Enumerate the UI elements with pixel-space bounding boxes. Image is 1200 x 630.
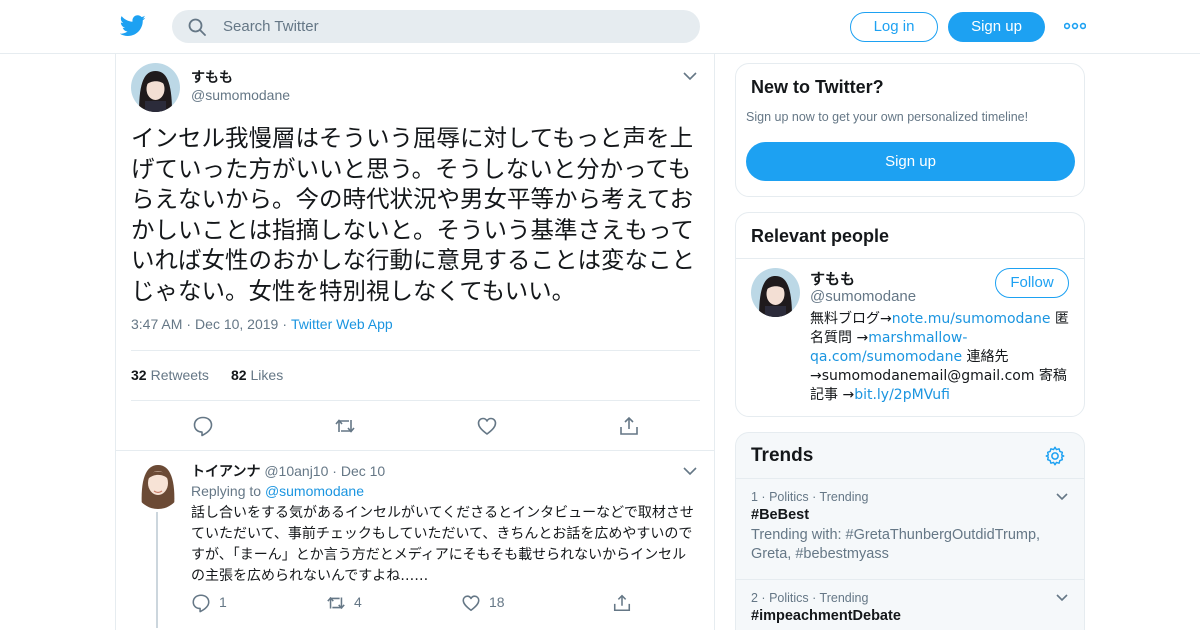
like-count: 18: [489, 594, 505, 610]
divider: [131, 400, 700, 401]
card-subtitle: Sign up now to get your own personalized…: [746, 110, 1029, 124]
card-title: Trends: [751, 445, 814, 466]
card-title: New to Twitter?: [751, 77, 884, 97]
tweet-metadata: 3:47 AM · Dec 10, 2019 · Twitter Web App: [131, 316, 393, 332]
author-handle[interactable]: @sumomodane: [191, 87, 290, 103]
tweet-time: 3:47 AM: [131, 316, 183, 332]
replying-to: Replying to @sumomodane: [191, 483, 364, 499]
search-icon: [188, 18, 206, 36]
reply-text: 話し合いをする気があるインセルがいてくださるとインタビューなどで取材させていただ…: [191, 505, 694, 584]
reply-count: 1: [219, 594, 227, 610]
heart-icon[interactable]: [476, 415, 498, 437]
tweet-stats: 32 Retweets 82 Likes: [131, 367, 283, 383]
share-icon: [613, 594, 631, 612]
retweet-icon[interactable]: [334, 415, 356, 437]
replying-to-link[interactable]: @sumomodane: [265, 483, 364, 499]
avatar[interactable]: [751, 268, 800, 317]
more-options-icon[interactable]: [1064, 18, 1086, 34]
tweet-column: すもも @sumomodane インセル我慢層はそういう屈辱に対してもっと声を上…: [115, 54, 715, 630]
avatar[interactable]: [131, 63, 180, 112]
search-bar[interactable]: Search Twitter: [172, 10, 700, 43]
trend-name[interactable]: #BeBest: [751, 507, 1071, 523]
top-bar: Search Twitter Log in Sign up: [0, 0, 1200, 54]
reply-icon: [192, 594, 210, 613]
card-title: Relevant people: [751, 226, 890, 246]
trend-item[interactable]: 2 · Politics · Trending #impeachmentDeba…: [751, 591, 1071, 624]
reply-avatar[interactable]: [134, 459, 182, 509]
trend-name[interactable]: #impeachmentDebate: [751, 608, 1071, 624]
trends-card: Trends 1 · Politics · Trending #BeBest T…: [735, 432, 1085, 630]
author-name[interactable]: すもも: [191, 67, 233, 87]
chevron-down-icon[interactable]: [1055, 593, 1069, 603]
relevant-people-card: Relevant people すもも @sumomodane Follow 無…: [735, 212, 1085, 417]
chevron-down-icon[interactable]: [1055, 492, 1069, 502]
bio-link[interactable]: note.mu/sumomodane: [892, 311, 1051, 327]
reply-actions: 1 4 18: [191, 593, 696, 615]
reply-date[interactable]: Dec 10: [341, 463, 385, 479]
chevron-down-icon[interactable]: [682, 465, 698, 477]
login-button[interactable]: Log in: [850, 12, 938, 42]
thread-line: [156, 512, 158, 628]
person-handle[interactable]: @sumomodane: [810, 288, 916, 305]
person-bio: 無料ブログ→note.mu/sumomodane 匿名質問 →marshmall…: [810, 311, 1069, 403]
likes-stat[interactable]: 82 Likes: [231, 367, 283, 383]
reply-header: トイアンナ @10anj10 · Dec 10: [191, 463, 386, 480]
divider: [116, 450, 714, 451]
bio-link[interactable]: bit.ly/2pMVufi: [854, 387, 950, 403]
retweet-count: 4: [354, 594, 362, 610]
trend-context: Trending with: #GretaThunbergOutdidTrump…: [751, 527, 1041, 562]
retweet-icon: [327, 596, 345, 610]
trend-item[interactable]: 1 · Politics · Trending #BeBest Trending…: [751, 490, 1071, 564]
gear-icon[interactable]: [1044, 445, 1066, 467]
reply-icon[interactable]: [192, 415, 214, 437]
tweet-source-link[interactable]: Twitter Web App: [291, 316, 393, 332]
reply-author-name[interactable]: トイアンナ: [191, 464, 260, 480]
sidebar-signup-button[interactable]: Sign up: [746, 142, 1075, 181]
tweet-text: インセル我慢層はそういう屈辱に対してもっと声を上げていった方がいいと思う。そうし…: [131, 124, 695, 305]
follow-button[interactable]: Follow: [995, 268, 1069, 298]
chevron-down-icon[interactable]: [682, 70, 698, 82]
heart-icon: [462, 595, 480, 612]
divider: [736, 478, 1084, 479]
share-icon[interactable]: [618, 415, 640, 437]
divider: [736, 258, 1084, 259]
twitter-logo-icon[interactable]: [120, 14, 146, 38]
search-input[interactable]: Search Twitter: [223, 18, 319, 35]
retweets-stat[interactable]: 32 Retweets: [131, 367, 209, 383]
tweet-date: Dec 10, 2019: [195, 316, 279, 332]
reply-author-handle[interactable]: @10anj10: [264, 463, 328, 479]
signup-button[interactable]: Sign up: [948, 12, 1045, 42]
new-to-twitter-card: New to Twitter? Sign up now to get your …: [735, 63, 1085, 197]
divider: [736, 579, 1084, 580]
divider: [131, 350, 700, 351]
person-name[interactable]: すもも: [810, 268, 855, 289]
